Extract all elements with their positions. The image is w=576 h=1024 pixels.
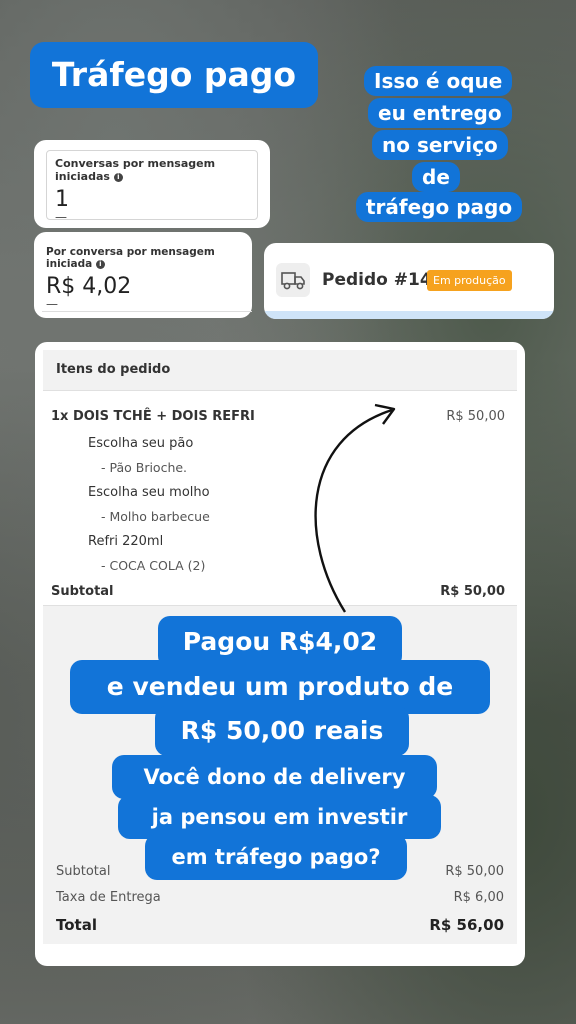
promo-line-3: R$ 50,00 reais [155,706,409,756]
promo-line-4: Você dono de delivery [112,755,437,799]
promo-line-5: ja pensou em investir [118,795,441,839]
promo-line-6: em tráfego pago? [145,834,407,880]
